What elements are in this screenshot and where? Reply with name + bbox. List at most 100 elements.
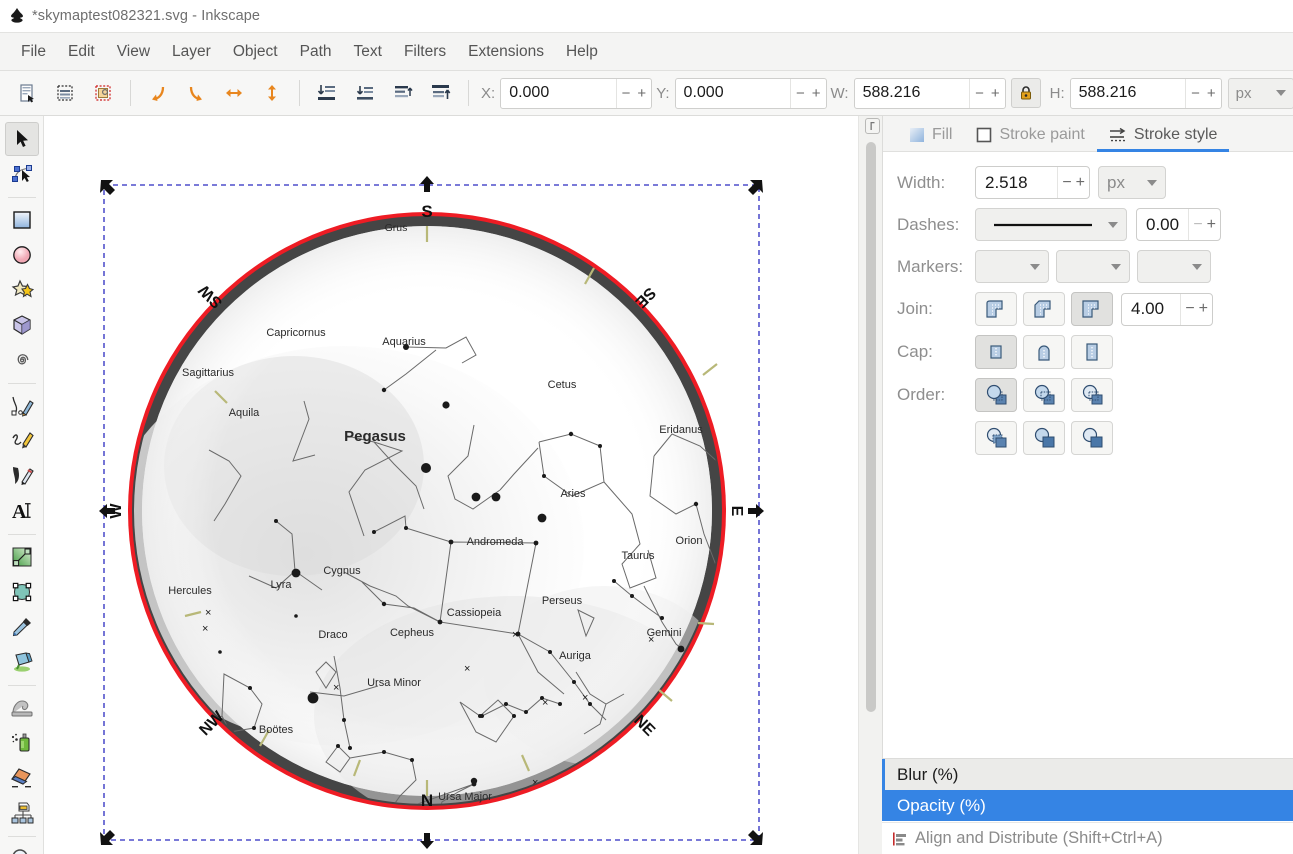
square-cap-icon[interactable] [1071, 335, 1113, 369]
constellation-label: Aquarius [382, 336, 426, 348]
order-stroke-markers-fill-icon[interactable] [975, 421, 1017, 455]
x-minus[interactable]: − [620, 85, 633, 102]
y-minus[interactable]: − [794, 85, 807, 102]
w-plus[interactable]: + [989, 85, 1002, 102]
rectangle-tool[interactable] [5, 203, 39, 237]
deselect-icon[interactable] [88, 78, 118, 108]
blur-row[interactable]: Blur (%) [882, 759, 1293, 790]
bezier-tool[interactable] [5, 459, 39, 493]
order-stroke-fill-markers-icon[interactable] [1071, 378, 1113, 412]
paintbucket-tool[interactable] [5, 645, 39, 679]
marker-start-dropdown[interactable] [975, 250, 1049, 283]
mesh-gradient-tool[interactable] [5, 575, 39, 609]
gradient-tool[interactable] [5, 540, 39, 574]
zoom-tool[interactable] [5, 842, 39, 854]
miter-plus[interactable]: + [1199, 300, 1208, 318]
align-and-distribute-entry[interactable]: Align and Distribute (Shift+Ctrl+A) [882, 822, 1293, 854]
w-spinner[interactable]: − + [969, 78, 1005, 108]
connector-tool[interactable] [5, 796, 39, 830]
eraser-tool[interactable] [5, 761, 39, 795]
miter-minus[interactable]: − [1185, 300, 1194, 318]
node-tool[interactable] [5, 157, 39, 191]
flip-horizontal-icon[interactable] [219, 78, 249, 108]
tab-stroke-style[interactable]: Stroke style [1096, 126, 1230, 152]
scrollbar-thumb[interactable] [866, 142, 876, 712]
marker-end-dropdown[interactable] [1137, 250, 1211, 283]
dash-pattern-dropdown[interactable] [975, 208, 1127, 241]
tab-stroke-paint[interactable]: Stroke paint [964, 126, 1096, 151]
stroke-width-unit-dropdown[interactable]: px [1098, 166, 1166, 199]
dash-offset-plus[interactable]: + [1207, 216, 1216, 234]
w-minus[interactable]: − [973, 85, 986, 102]
y-input[interactable]: 0.000 − + [674, 77, 827, 109]
lock-ratio-icon[interactable] [1010, 78, 1041, 108]
rotate-ccw-icon[interactable] [143, 78, 173, 108]
raise-icon[interactable] [388, 78, 418, 108]
h-plus[interactable]: + [1205, 85, 1218, 102]
spray-tool[interactable] [5, 726, 39, 760]
canvas-area[interactable]: × × × × × × × × × × × × S N W E SW SE NW NE [44, 116, 858, 854]
miter-join-icon[interactable] [1071, 292, 1113, 326]
width-minus[interactable]: − [1062, 174, 1071, 192]
flip-vertical-icon[interactable] [257, 78, 287, 108]
menu-extensions[interactable]: Extensions [457, 40, 555, 64]
h-minus[interactable]: − [1189, 85, 1202, 102]
dropper-tool[interactable] [5, 610, 39, 644]
width-plus[interactable]: + [1076, 174, 1085, 192]
miter-limit-input[interactable]: 4.00 − + [1121, 292, 1213, 326]
w-input[interactable]: 588.216 − + [853, 77, 1006, 109]
calligraphy-tool[interactable] [5, 424, 39, 458]
menu-edit[interactable]: Edit [57, 40, 106, 64]
rotate-cw-icon[interactable] [181, 78, 211, 108]
marker-mid-dropdown[interactable] [1056, 250, 1130, 283]
menu-layer[interactable]: Layer [161, 40, 222, 64]
y-spinner[interactable]: − + [790, 78, 826, 108]
dash-offset-spinner[interactable]: − + [1188, 209, 1220, 240]
y-plus[interactable]: + [810, 85, 823, 102]
menu-path[interactable]: Path [289, 40, 343, 64]
lower-icon[interactable] [350, 78, 380, 108]
star-tool[interactable] [5, 273, 39, 307]
round-cap-icon[interactable] [1023, 335, 1065, 369]
panel-collapse-button[interactable] [865, 118, 880, 134]
x-plus[interactable]: + [635, 85, 648, 102]
menu-object[interactable]: Object [222, 40, 289, 64]
menu-text[interactable]: Text [343, 40, 393, 64]
select-all-layers-icon[interactable] [50, 78, 80, 108]
x-input[interactable]: 0.000 − + [500, 77, 653, 109]
h-input[interactable]: 588.216 − + [1069, 77, 1222, 109]
round-join-icon[interactable] [975, 292, 1017, 326]
text-tool[interactable]: A [5, 494, 39, 528]
canvas-vertical-scrollbar[interactable] [858, 116, 882, 854]
ellipse-tool[interactable] [5, 238, 39, 272]
select-all-icon[interactable] [12, 78, 42, 108]
order-fill-markers-stroke-icon[interactable] [1023, 378, 1065, 412]
tab-fill[interactable]: Fill [897, 126, 964, 151]
pencil-tool[interactable] [5, 389, 39, 423]
menu-help[interactable]: Help [555, 40, 609, 64]
dash-offset-input[interactable]: 0.00 − + [1136, 208, 1221, 241]
menu-view[interactable]: View [106, 40, 161, 64]
h-spinner[interactable]: − + [1185, 78, 1221, 108]
miter-limit-spinner[interactable]: − + [1180, 293, 1212, 325]
menu-filters[interactable]: Filters [393, 40, 457, 64]
order-markers-fill-stroke-icon[interactable] [1023, 421, 1065, 455]
raise-to-top-icon[interactable] [426, 78, 456, 108]
order-markers-stroke-fill-icon[interactable] [1071, 421, 1113, 455]
x-spinner[interactable]: − + [615, 78, 652, 108]
bevel-join-icon[interactable] [1023, 292, 1065, 326]
order-fill-stroke-markers-icon[interactable] [975, 378, 1017, 412]
sky-map-svg[interactable]: ×× ×× ×× ×× ×× ×× S N W E SW SE NW NE [44, 116, 858, 854]
selector-tool[interactable] [4, 122, 39, 156]
menu-file[interactable]: File [10, 40, 57, 64]
opacity-row[interactable]: Opacity (%) [882, 790, 1293, 821]
stroke-width-input[interactable]: 2.518 − + [975, 166, 1090, 199]
tweak-tool[interactable] [5, 691, 39, 725]
stroke-width-spinner[interactable]: − + [1057, 167, 1089, 198]
butt-cap-icon[interactable] [975, 335, 1017, 369]
lower-to-bottom-icon[interactable] [312, 78, 342, 108]
dash-offset-minus[interactable]: − [1193, 216, 1202, 234]
box3d-tool[interactable] [5, 308, 39, 342]
spiral-tool[interactable] [5, 343, 39, 377]
units-dropdown[interactable]: px [1227, 77, 1293, 109]
